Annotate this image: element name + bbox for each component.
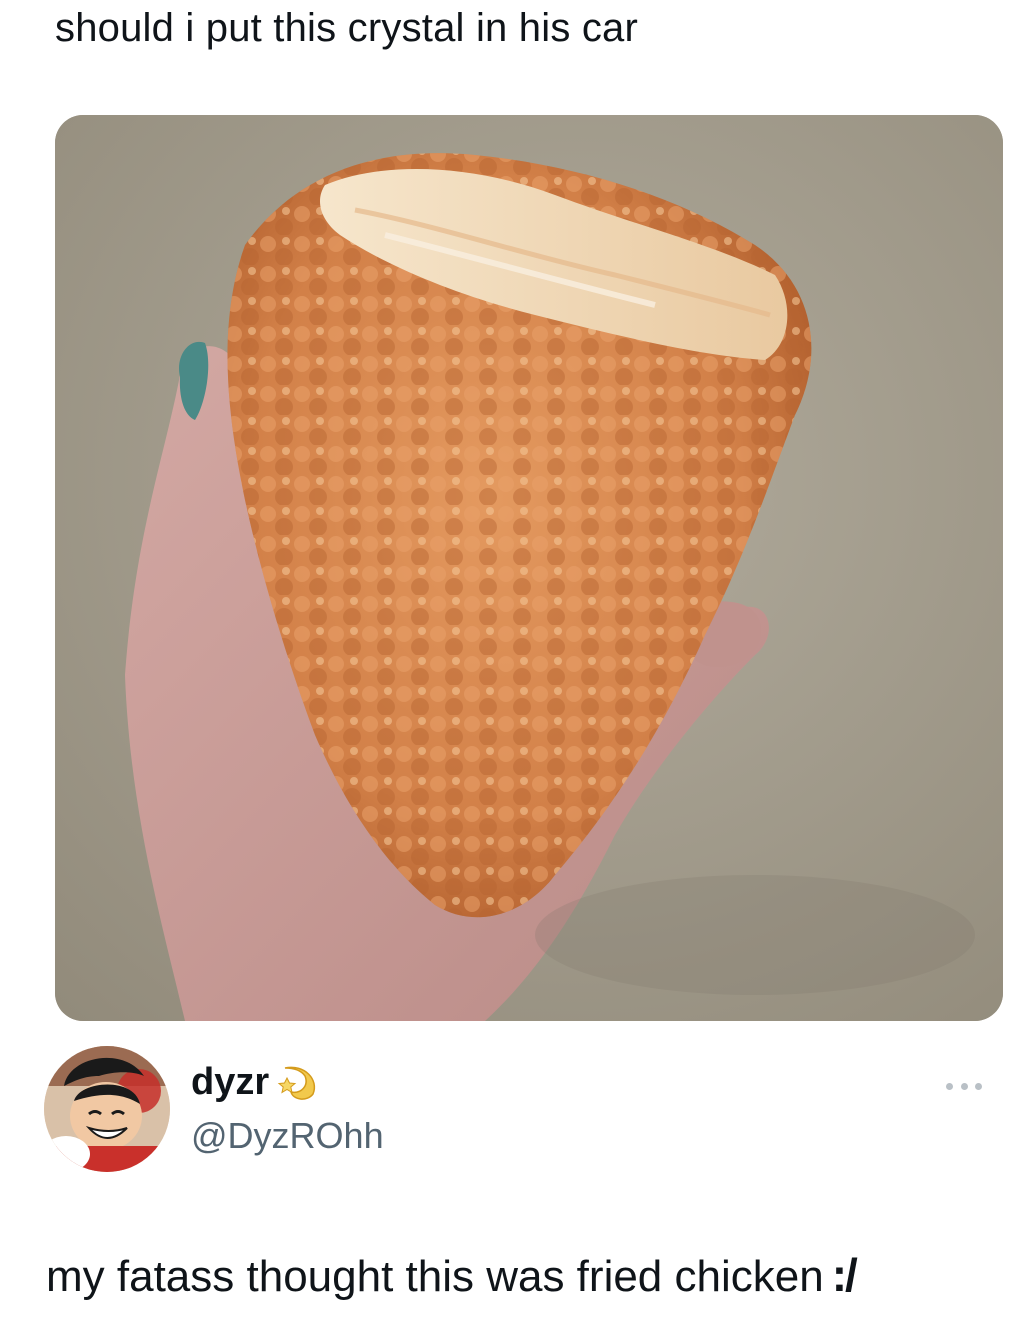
display-name-row: dyzr <box>191 1060 321 1104</box>
more-horizontal-icon <box>960 1082 968 1090</box>
golden-crescent-star-icon <box>277 1066 316 1100</box>
caption-text: should i put this crystal in his car <box>55 6 639 50</box>
anime-character-avatar-icon <box>44 1046 170 1172</box>
more-options-button[interactable] <box>944 1074 984 1098</box>
more-horizontal-icon <box>946 1082 953 1090</box>
tweet-body: my fatass thought this was fried chicken… <box>46 1246 858 1306</box>
tweet-photo[interactable] <box>55 115 1003 1021</box>
tweet-author: dyzr @DyzROhh <box>44 1046 982 1176</box>
tweet-text: my fatass thought this was fried chicken <box>46 1252 824 1301</box>
crystal-photo-icon <box>55 115 1003 1021</box>
tweet-emote: :/ <box>831 1249 858 1301</box>
more-horizontal-icon <box>975 1082 982 1090</box>
user-handle[interactable]: @DyzROhh <box>191 1114 384 1158</box>
avatar[interactable] <box>44 1046 170 1172</box>
display-name[interactable]: dyzr <box>191 1060 269 1104</box>
